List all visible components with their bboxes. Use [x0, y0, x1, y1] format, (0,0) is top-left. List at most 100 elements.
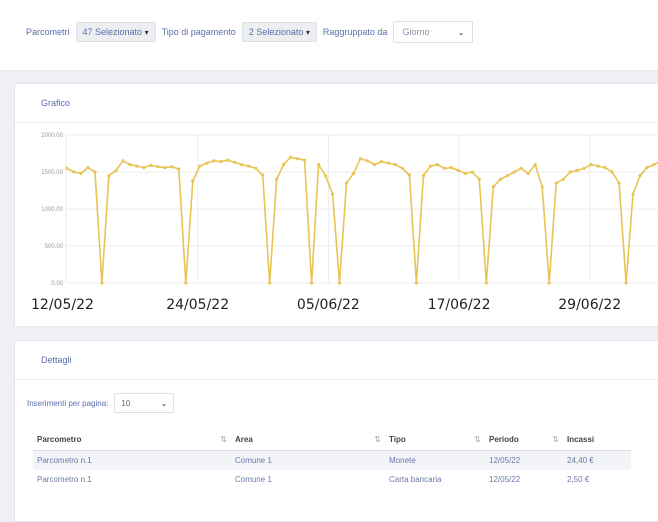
sort-icon[interactable]: ⇅ — [374, 435, 381, 444]
table-header-row: Parcometro ⇅ Area ⇅ Tipo ⇅ Periodo ⇅ Incassi — [33, 429, 631, 451]
data-point — [603, 166, 607, 170]
data-point — [533, 163, 537, 167]
raggruppato-value: Giorno — [402, 27, 430, 37]
data-point — [212, 159, 216, 163]
sort-icon[interactable]: ⇅ — [474, 435, 481, 444]
column-header-parcometro[interactable]: Parcometro ⇅ — [33, 429, 231, 451]
data-point — [170, 165, 174, 169]
cell-area: Comune 1 — [231, 450, 385, 470]
data-point — [610, 170, 614, 174]
data-point — [596, 164, 600, 168]
chevron-down-icon: ⌄ — [457, 27, 465, 37]
data-point — [191, 179, 195, 183]
data-point — [275, 177, 279, 181]
data-point — [561, 177, 565, 181]
column-header-incassi[interactable]: Incassi — [563, 429, 631, 451]
cell-periodo: 12/05/22 — [489, 475, 521, 484]
x-tick-label: 24/05/22 — [166, 297, 229, 313]
table-row[interactable]: Parcometro n.1 Comune 1 Carta bancaria 1… — [33, 470, 631, 489]
sort-icon[interactable]: ⇅ — [220, 435, 227, 444]
data-point — [247, 164, 251, 168]
cell-incassi: 2,50 € — [567, 475, 590, 484]
data-point — [128, 163, 132, 167]
data-point — [351, 171, 356, 176]
data-point — [156, 165, 160, 169]
column-header-area[interactable]: Area ⇅ — [231, 429, 385, 451]
data-point — [652, 163, 656, 167]
raggruppato-select[interactable]: Giorno ⌄ — [393, 21, 474, 43]
cell-parcometro: Parcometro n.1 — [37, 475, 92, 484]
data-point — [540, 185, 544, 189]
data-point — [289, 155, 293, 159]
data-point — [645, 166, 649, 170]
data-point — [421, 174, 425, 178]
data-point — [379, 160, 384, 164]
column-header-periodo[interactable]: Periodo ⇅ — [485, 429, 563, 451]
parcometri-value: 47 Selezionato — [82, 27, 143, 37]
perpage-control: Inserimenti per pagina: 10 ⌄ — [27, 393, 175, 413]
column-header-tipo[interactable]: Tipo ⇅ — [385, 429, 485, 451]
perpage-select[interactable]: 10 ⌄ — [114, 393, 175, 413]
data-point — [344, 181, 349, 185]
data-point — [617, 181, 621, 185]
table-row[interactable]: Parcometro n.1 Comune 1 Monete 12/05/22 … — [33, 450, 631, 470]
x-tick-label: 29/06/22 — [558, 297, 621, 313]
data-point — [568, 170, 572, 174]
data-point — [177, 167, 181, 171]
cell-parcometro: Parcometro n.1 — [33, 450, 231, 470]
data-point — [79, 171, 83, 176]
y-tick-label: 0.00 — [51, 281, 63, 287]
data-point — [268, 281, 272, 285]
data-point — [575, 168, 579, 173]
data-point — [400, 166, 404, 170]
data-point — [303, 158, 307, 162]
data-point — [226, 158, 230, 162]
filter-row: Parcometri 47 Selezionato ▾ Tipo di paga… — [26, 21, 474, 43]
series-line — [66, 156, 658, 284]
cell-tipo: Carta bancaria — [389, 475, 442, 484]
sort-icon[interactable]: ⇅ — [552, 435, 559, 444]
data-point — [296, 157, 300, 161]
data-point — [442, 166, 446, 170]
data-point — [72, 170, 76, 174]
data-point — [198, 164, 202, 168]
data-point — [505, 174, 509, 178]
data-point — [324, 174, 328, 178]
data-point — [282, 163, 286, 167]
data-point — [261, 173, 265, 177]
data-point — [414, 281, 418, 285]
data-point — [121, 159, 125, 163]
data-point — [149, 163, 153, 167]
data-point — [463, 171, 467, 176]
tipo-pagamento-dropdown[interactable]: 2 Selezionato ▾ — [241, 22, 317, 42]
data-point — [393, 163, 397, 167]
tipo-pagamento-value: 2 Selezionato — [248, 27, 304, 37]
data-point — [331, 192, 335, 196]
data-point — [233, 160, 237, 164]
data-point — [554, 181, 558, 185]
detail-panel: Dettagli Inserimenti per pagina: 10 ⌄ Par… — [14, 340, 658, 522]
caret-down-icon: ▾ — [144, 28, 149, 37]
data-point — [254, 166, 258, 170]
y-tick-label: 2000.00 — [41, 133, 63, 139]
data-point — [135, 164, 139, 168]
data-point — [142, 166, 146, 170]
header-label: Periodo — [489, 435, 519, 444]
data-point — [65, 166, 69, 170]
y-tick-label: 500.00 — [45, 244, 64, 250]
header-label: Parcometro — [37, 435, 82, 444]
x-tick-label: 17/06/22 — [428, 297, 491, 313]
cell-area: Comune 1 — [235, 475, 272, 484]
data-point — [205, 161, 209, 165]
raggruppato-label: Raggruppato da — [322, 27, 388, 37]
data-point — [624, 281, 628, 285]
x-tick-label: 12/05/22 — [31, 297, 94, 313]
data-point — [470, 170, 474, 174]
y-tick-label: 1500.00 — [41, 170, 63, 176]
data-point — [631, 192, 635, 196]
data-point — [93, 170, 97, 174]
parcometri-dropdown[interactable]: 47 Selezionato ▾ — [75, 22, 156, 42]
data-point — [100, 281, 104, 285]
y-tick-label: 1000.00 — [41, 207, 63, 213]
data-point — [582, 166, 586, 170]
